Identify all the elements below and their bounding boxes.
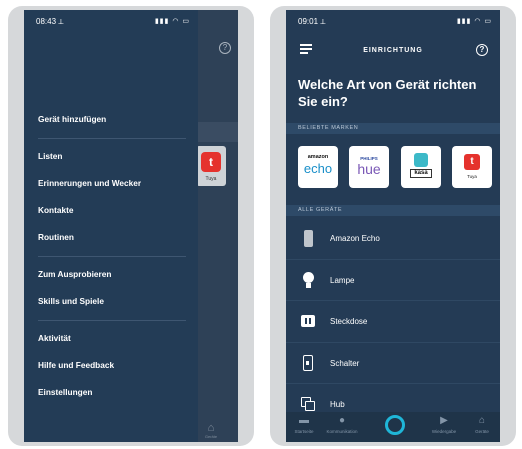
devices-house-icon: ⌂ [478, 415, 486, 426]
drawer-menu: Gerät hinzufügen Listen Erinnerungen und… [38, 106, 186, 406]
device-item-switch[interactable]: Schalter [286, 343, 500, 384]
device-label: Steckdose [330, 317, 368, 326]
status-icons: ▮▮▮ ◠ ▭ [154, 18, 190, 25]
tab-communication[interactable]: ● Kommunikation [324, 415, 360, 434]
help-icon[interactable]: ? [476, 44, 488, 56]
status-time: 09:01 ⟂ [298, 17, 326, 26]
kasa-logo: kasa [410, 169, 432, 178]
tuya-label: Tuya [467, 174, 477, 179]
menu-divider [38, 320, 186, 321]
device-label: Schalter [330, 358, 360, 368]
menu-divider [38, 138, 186, 139]
hue-logo: hue [357, 161, 381, 177]
status-time: 08:43 ⟂ [36, 17, 64, 26]
menu-item-add-device[interactable]: Gerät hinzufügen [38, 106, 186, 133]
menu-item-reminders-alarms[interactable]: Erinnerungen und Wecker [38, 170, 186, 197]
menu-divider [38, 256, 186, 257]
plug-icon [300, 312, 318, 330]
amazon-wordmark: amazon [307, 154, 329, 160]
status-bar: 09:01 ⟂ ▮▮▮ ◠ ▭ [286, 10, 500, 34]
background-help-icon: ? [219, 42, 231, 54]
tab-play[interactable]: ▶ Wiedergabe [426, 415, 462, 434]
alexa-icon[interactable] [385, 415, 405, 435]
setup-question: Welche Art von Gerät richten Sie ein? [298, 77, 477, 109]
echo-logo: echo [303, 161, 333, 176]
left-screen: ? t Tuya ⌂ Geräte 08:43 ⟂ ▮▮▮ ◠ ▭ Gerät … [24, 10, 238, 442]
menu-item-contacts[interactable]: Kontakte [38, 197, 186, 224]
device-label: Lampe [330, 275, 355, 285]
brand-tile-kasa[interactable]: kasa [401, 146, 441, 188]
tuya-logo-icon: t [464, 154, 480, 170]
background-tuya-card: t Tuya [196, 146, 226, 186]
device-item-lamp[interactable]: Lampe [286, 260, 500, 301]
tuya-card-label: Tuya [205, 176, 217, 182]
menu-item-try-out[interactable]: Zum Ausprobieren [38, 261, 186, 288]
brand-tile-tuya[interactable]: t Tuya [452, 146, 492, 188]
background-tab-devices: ⌂ Geräte [202, 422, 220, 439]
all-devices-header: ALLE GERÄTE [286, 205, 500, 216]
brand-tile-amazon-echo[interactable]: amazon echo [298, 146, 338, 188]
menu-item-settings[interactable]: Einstellungen [38, 379, 186, 406]
left-phone-frame: ? t Tuya ⌂ Geräte 08:43 ⟂ ▮▮▮ ◠ ▭ Gerät … [8, 6, 254, 446]
tab-label: Startseite [294, 429, 314, 434]
tab-label: Geräte [475, 429, 489, 434]
hub-icon [300, 395, 318, 413]
popular-brands-header: BELIEBTE MARKEN [286, 123, 500, 134]
tuya-logo-icon: t [201, 152, 221, 172]
right-screen: 09:01 ⟂ ▮▮▮ ◠ ▭ EINRICHTUNG ? Welche Art… [286, 10, 500, 442]
menu-item-routines[interactable]: Routinen [38, 224, 186, 251]
page-title: EINRICHTUNG [363, 47, 423, 54]
status-icons: ▮▮▮ ◠ ▭ [456, 18, 492, 25]
echo-device-icon [300, 229, 318, 247]
switch-icon [300, 354, 318, 372]
tab-label: Kommunikation [326, 429, 358, 434]
device-item-amazon-echo[interactable]: Amazon Echo [286, 218, 500, 260]
play-icon: ▶ [440, 415, 448, 426]
menu-item-activity[interactable]: Aktivität [38, 325, 186, 352]
right-phone-frame: 09:01 ⟂ ▮▮▮ ◠ ▭ EINRICHTUNG ? Welche Art… [270, 6, 516, 446]
bottom-tab-bar: ▬ Startseite ● Kommunikation ▶ Wiedergab… [286, 412, 500, 442]
lightbulb-icon [300, 271, 318, 289]
navigation-drawer: 08:43 ⟂ ▮▮▮ ◠ ▭ Gerät hinzufügen Listen … [24, 10, 198, 442]
brand-tile-philips-hue[interactable]: PHILIPS hue [349, 146, 389, 188]
menu-item-help-feedback[interactable]: Hilfe und Feedback [38, 352, 186, 379]
device-label: Amazon Echo [330, 234, 380, 243]
status-bar: 08:43 ⟂ ▮▮▮ ◠ ▭ [24, 10, 198, 34]
chat-bubble-icon: ● [338, 415, 346, 426]
tab-devices[interactable]: ⌂ Geräte [464, 415, 500, 434]
menu-item-lists[interactable]: Listen [38, 143, 186, 170]
menu-item-skills-games[interactable]: Skills und Spiele [38, 288, 186, 315]
top-bar: EINRICHTUNG ? [286, 34, 500, 64]
brand-tiles: amazon echo PHILIPS hue kasa t Tuya [298, 146, 494, 192]
tab-label: Wiedergabe [431, 429, 457, 434]
kasa-house-icon [414, 153, 428, 167]
device-list: Amazon Echo Lampe Steckdose Schalter Hub [286, 218, 500, 426]
devices-tab-icon: ⌂ [207, 422, 215, 434]
device-item-plug[interactable]: Steckdose [286, 301, 500, 343]
tab-home[interactable]: ▬ Startseite [286, 415, 322, 434]
devices-tab-label: Geräte [204, 434, 218, 439]
home-tab-icon: ▬ [299, 415, 309, 426]
